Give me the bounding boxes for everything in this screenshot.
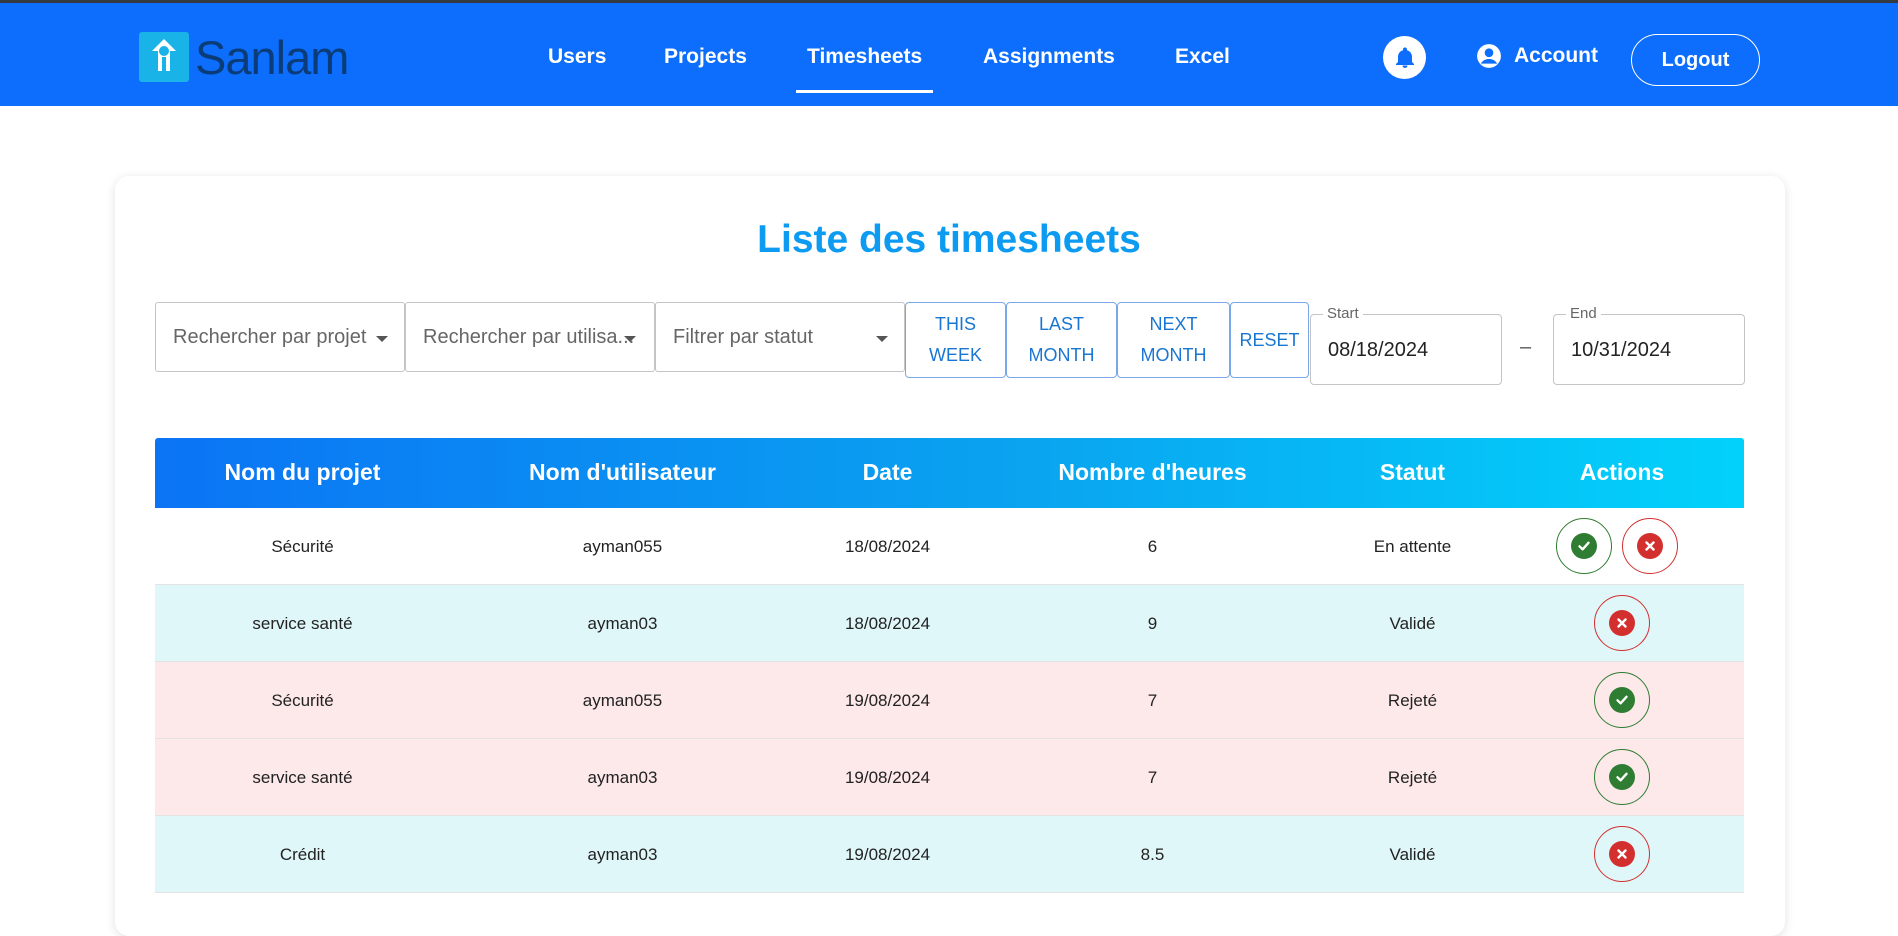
table-row: Sécurité ayman055 18/08/2024 6 En attente: [155, 508, 1744, 585]
this-week-line1: THIS: [934, 314, 976, 334]
account-circle-icon: [1477, 44, 1501, 68]
user-filter-select[interactable]: Rechercher par utilisa...: [405, 302, 655, 372]
this-week-line2: WEEK: [928, 345, 982, 365]
cell-hours: 7: [1147, 768, 1158, 787]
cell-date: 19/08/2024: [844, 768, 931, 787]
date-range-separator: –: [1520, 336, 1532, 358]
cell-user: ayman03: [587, 614, 658, 633]
this-week-button[interactable]: THIS WEEK: [905, 302, 1006, 378]
end-date-label: End: [1566, 305, 1601, 322]
nav-item-assignments[interactable]: Assignments: [983, 45, 1115, 69]
cell-status: Validé: [1389, 845, 1436, 864]
column-header-actions: Actions: [1579, 459, 1665, 485]
end-date-value: 10/31/2024: [1571, 339, 1672, 361]
start-date-value: 08/18/2024: [1328, 339, 1429, 361]
cell-hours: 6: [1147, 537, 1158, 556]
start-date-field[interactable]: Start 08/18/2024: [1310, 305, 1502, 385]
reject-button[interactable]: [1622, 518, 1678, 574]
cell-project: Sécurité: [271, 691, 334, 710]
cancel-circle-icon: [1609, 610, 1635, 636]
last-month-label: LAST MONTH: [1029, 309, 1095, 371]
nav-item-users[interactable]: Users: [548, 45, 606, 69]
cell-status: En attente: [1373, 537, 1452, 556]
next-month-label: NEXT MONTH: [1141, 309, 1207, 371]
validate-button[interactable]: [1594, 672, 1650, 728]
reject-button[interactable]: [1594, 595, 1650, 651]
logout-button[interactable]: Logout: [1631, 34, 1760, 86]
table-row: Crédit ayman03 19/08/2024 8.5 Validé: [155, 816, 1744, 893]
last-month-line1: LAST: [1038, 314, 1085, 334]
validate-button[interactable]: [1594, 749, 1650, 805]
chevron-down-icon: [376, 336, 388, 342]
cell-status: Validé: [1389, 614, 1436, 633]
project-filter-select[interactable]: Rechercher par projet: [155, 302, 405, 372]
account-label: Account: [1514, 44, 1598, 67]
chevron-down-icon: [876, 336, 888, 342]
table-row: Sécurité ayman055 19/08/2024 7 Rejeté: [155, 662, 1744, 739]
cell-date: 19/08/2024: [844, 691, 931, 710]
top-navbar: Sanlam Users Projects Timesheets Assignm…: [0, 0, 1898, 106]
cell-date: 18/08/2024: [844, 537, 931, 556]
cell-user: ayman055: [582, 691, 663, 710]
column-header-project[interactable]: Nom du projet: [155, 459, 450, 486]
next-month-line2: MONTH: [1140, 345, 1207, 365]
status-filter-placeholder: Filtrer par statut: [673, 326, 814, 348]
bell-icon: [1395, 47, 1414, 68]
page-title: Liste des timesheets: [757, 218, 1141, 261]
nav-item-excel[interactable]: Excel: [1175, 45, 1230, 69]
reject-button[interactable]: [1594, 826, 1650, 882]
table-row: service santé ayman03 18/08/2024 9 Validé: [155, 585, 1744, 662]
cell-user: ayman03: [587, 845, 658, 864]
check-circle-icon: [1609, 764, 1635, 790]
cell-project: Crédit: [279, 845, 326, 864]
cell-hours: 8.5: [1140, 845, 1165, 864]
last-month-button[interactable]: LAST MONTH: [1006, 302, 1117, 378]
sanlam-logo[interactable]: Sanlam: [139, 30, 349, 84]
active-tab-indicator: [796, 90, 933, 93]
account-menu[interactable]: Account: [1476, 43, 1598, 69]
column-header-status[interactable]: Statut: [1325, 459, 1500, 486]
user-filter-placeholder: Rechercher par utilisa...: [423, 326, 635, 348]
cell-project: service santé: [252, 768, 353, 787]
validate-button[interactable]: [1556, 518, 1612, 574]
cancel-circle-icon: [1637, 533, 1663, 559]
cell-status: Rejeté: [1387, 691, 1438, 710]
table-row: service santé ayman03 19/08/2024 7 Rejeté: [155, 739, 1744, 816]
nav-item-timesheets[interactable]: Timesheets: [807, 45, 922, 69]
table-header: Nom du projet Nom d'utilisateur Date Nom…: [155, 438, 1744, 508]
brand-name: Sanlam: [195, 30, 349, 84]
cell-date: 18/08/2024: [844, 614, 931, 633]
cell-status: Rejeté: [1387, 768, 1438, 787]
check-circle-icon: [1609, 687, 1635, 713]
status-filter-select[interactable]: Filtrer par statut: [655, 302, 905, 372]
cancel-circle-icon: [1609, 841, 1635, 867]
this-week-label: THIS WEEK: [929, 309, 982, 371]
cell-date: 19/08/2024: [844, 845, 931, 864]
column-header-user[interactable]: Nom d'utilisateur: [450, 459, 795, 486]
nav-item-projects[interactable]: Projects: [664, 45, 747, 69]
cell-hours: 7: [1147, 691, 1158, 710]
cell-user: ayman03: [587, 768, 658, 787]
next-month-button[interactable]: NEXT MONTH: [1117, 302, 1230, 378]
column-header-date[interactable]: Date: [795, 459, 980, 486]
next-month-line1: NEXT: [1149, 314, 1198, 334]
cell-project: Sécurité: [271, 537, 334, 556]
cell-user: ayman055: [582, 537, 663, 556]
cell-project: service santé: [252, 614, 353, 633]
check-circle-icon: [1571, 533, 1597, 559]
start-date-label: Start: [1323, 305, 1363, 322]
column-header-hours[interactable]: Nombre d'heures: [980, 459, 1325, 486]
notifications-button[interactable]: [1383, 36, 1426, 79]
reset-button[interactable]: RESET: [1230, 302, 1309, 378]
sanlam-shield-icon: [139, 32, 189, 82]
cell-hours: 9: [1147, 614, 1158, 633]
chevron-down-icon: [624, 336, 636, 342]
last-month-line2: MONTH: [1028, 345, 1095, 365]
project-filter-placeholder: Rechercher par projet: [173, 326, 367, 348]
end-date-field[interactable]: End 10/31/2024: [1553, 305, 1745, 385]
